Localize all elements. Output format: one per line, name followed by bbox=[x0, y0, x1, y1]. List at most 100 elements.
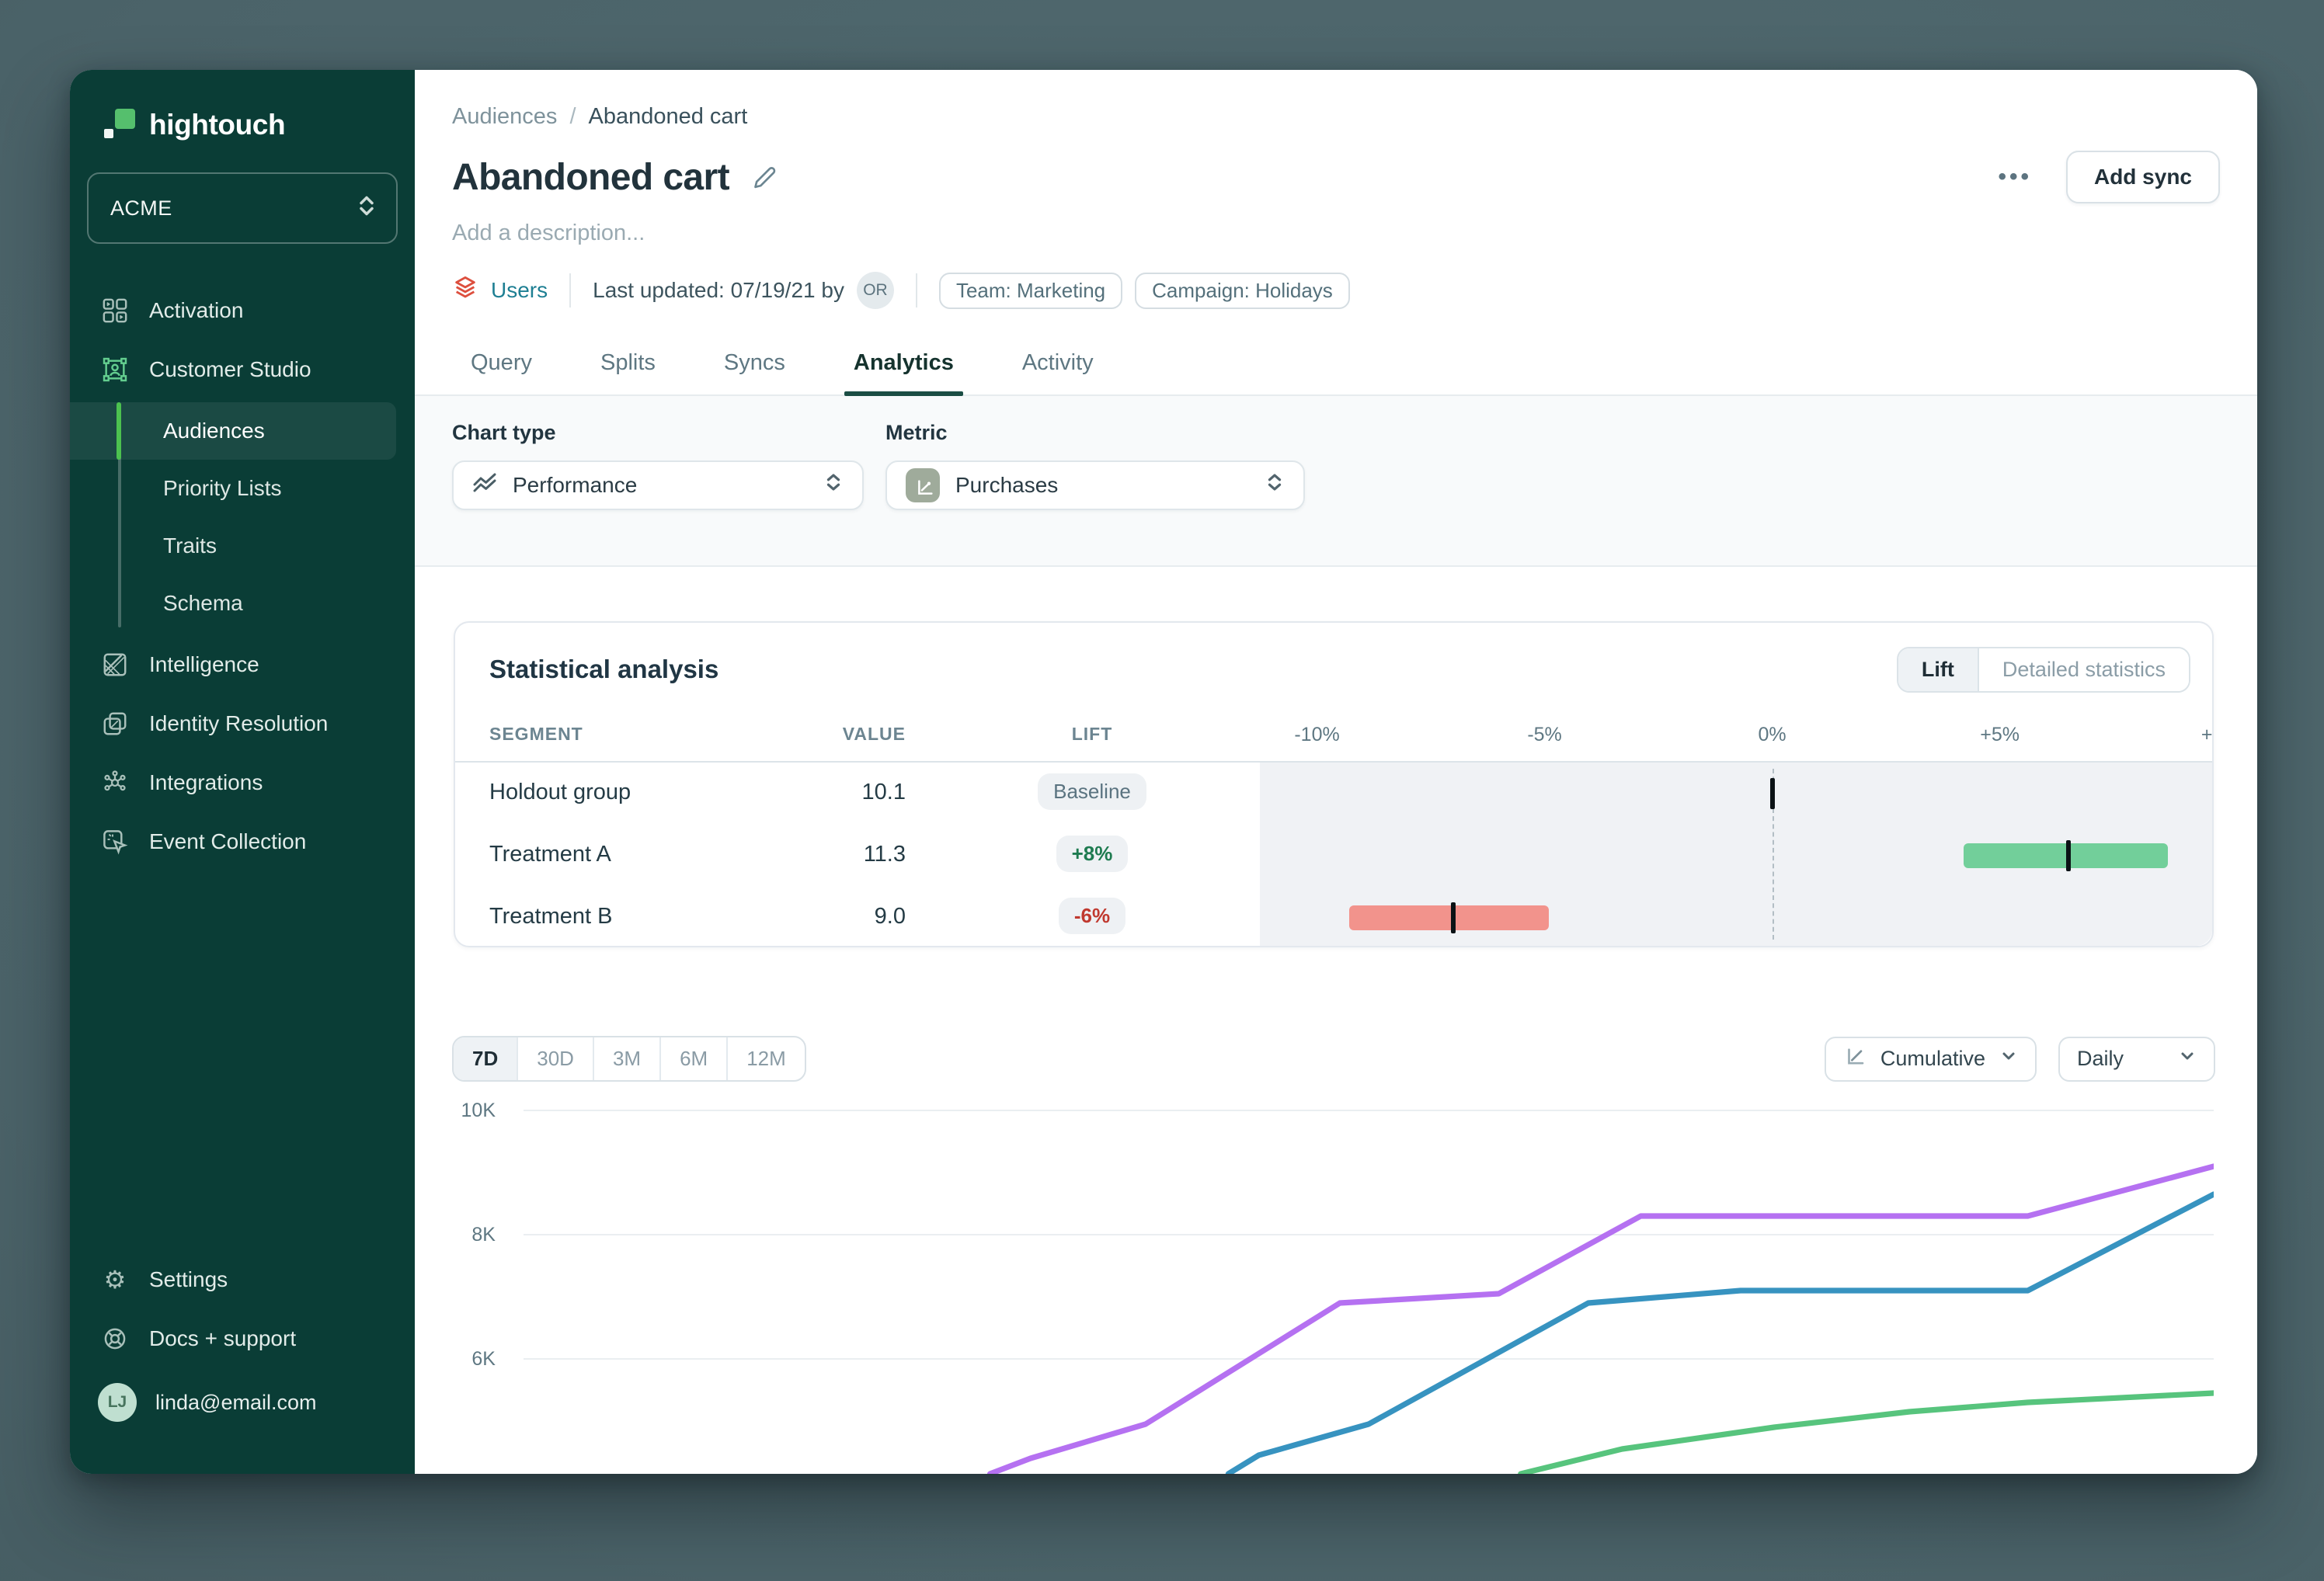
intelligence-icon bbox=[101, 651, 129, 679]
range-6m[interactable]: 6M bbox=[661, 1037, 729, 1080]
card-title: Statistical analysis bbox=[489, 655, 719, 683]
sidebar-item-customer-studio[interactable]: Customer Studio bbox=[70, 340, 415, 399]
tab-bar: Query Splits Syncs Analytics Activity bbox=[415, 331, 2257, 396]
page-title: Abandoned cart bbox=[452, 156, 730, 198]
divider bbox=[915, 273, 917, 308]
tab-query[interactable]: Query bbox=[471, 350, 532, 394]
chevron-updown-icon bbox=[356, 193, 377, 224]
toggle-lift[interactable]: Lift bbox=[1898, 648, 1979, 691]
segment-cell: Treatment B bbox=[489, 904, 613, 929]
lift-axis-label: +5% bbox=[1980, 724, 2020, 745]
activation-icon bbox=[101, 297, 129, 325]
sidebar-item-label: Schema bbox=[163, 591, 243, 615]
sidebar-item-schema[interactable]: Schema bbox=[70, 575, 415, 632]
sidebar-item-docs-support[interactable]: Docs + support bbox=[70, 1309, 415, 1368]
sidebar-item-label: Identity Resolution bbox=[149, 711, 329, 735]
range-7d[interactable]: 7D bbox=[454, 1037, 519, 1080]
range-12m[interactable]: 12M bbox=[728, 1037, 805, 1080]
avatar: LJ bbox=[98, 1383, 137, 1422]
y-axis-tick: 10K bbox=[461, 1100, 496, 1121]
user-menu[interactable]: LJ linda@email.com bbox=[70, 1368, 415, 1437]
add-sync-button[interactable]: Add sync bbox=[2065, 151, 2220, 203]
lift-detailed-toggle: Lift Detailed statistics bbox=[1896, 646, 2190, 693]
metric-select[interactable]: Purchases bbox=[885, 460, 1305, 510]
lift-axis-labels: -10% -5% 0% +5% + bbox=[1260, 710, 2212, 763]
sidebar-item-integrations[interactable]: Integrations bbox=[70, 753, 415, 812]
segment-cell: Treatment A bbox=[489, 842, 611, 867]
lift-badge: Baseline bbox=[1038, 773, 1146, 810]
sidebar-item-label: Docs + support bbox=[149, 1326, 297, 1350]
breadcrumb: Audiences / Abandoned cart bbox=[452, 104, 747, 130]
tab-activity[interactable]: Activity bbox=[1022, 350, 1094, 394]
sidebar-item-label: Priority Lists bbox=[163, 476, 282, 500]
hightouch-logo-icon bbox=[103, 109, 135, 141]
breadcrumb-separator: / bbox=[569, 104, 576, 129]
metric-label: Metric bbox=[885, 421, 948, 444]
chart-type-select[interactable]: Performance bbox=[452, 460, 864, 510]
toggle-detailed-statistics[interactable]: Detailed statistics bbox=[1978, 648, 2189, 691]
sidebar-item-intelligence[interactable]: Intelligence bbox=[70, 635, 415, 694]
aggregation-mode-value: Cumulative bbox=[1880, 1047, 1985, 1070]
sidebar-item-label: Integrations bbox=[149, 770, 263, 794]
segment-cell: Holdout group bbox=[489, 780, 631, 804]
sidebar-item-event-collection[interactable]: Event Collection bbox=[70, 812, 415, 871]
user-email: linda@email.com bbox=[155, 1390, 317, 1414]
range-30d[interactable]: 30D bbox=[518, 1037, 594, 1080]
sidebar: hightouch ACME Activation Customer Studi… bbox=[70, 70, 415, 1474]
tab-analytics[interactable]: Analytics bbox=[844, 350, 964, 395]
sidebar-item-traits[interactable]: Traits bbox=[70, 517, 415, 575]
divider bbox=[569, 273, 572, 308]
trend-controls: 7D 30D 3M 6M 12M Cumulative Daily bbox=[452, 1036, 2215, 1082]
series-blue bbox=[1225, 1191, 2214, 1474]
sidebar-item-activation[interactable]: Activation bbox=[70, 281, 415, 340]
tab-syncs[interactable]: Syncs bbox=[724, 350, 785, 394]
sidebar-item-label: Settings bbox=[149, 1267, 228, 1291]
parent-model-label: Users bbox=[491, 278, 548, 302]
last-updated-text: Last updated: 07/19/21 by bbox=[593, 278, 844, 302]
lift-badge: +8% bbox=[1056, 836, 1129, 872]
chevron-updown-icon bbox=[1265, 471, 1285, 500]
purchases-icon bbox=[906, 468, 940, 502]
lifebuoy-icon bbox=[101, 1325, 129, 1353]
date-range-segmented: 7D 30D 3M 6M 12M bbox=[452, 1036, 806, 1082]
sidebar-item-label: Traits bbox=[163, 533, 217, 558]
identity-resolution-icon bbox=[101, 710, 129, 738]
more-actions-button[interactable]: ••• bbox=[1998, 164, 2032, 190]
range-3m[interactable]: 3M bbox=[594, 1037, 662, 1080]
lift-badge: -6% bbox=[1058, 898, 1126, 934]
sidebar-item-label: Activation bbox=[149, 298, 244, 322]
value-cell: 11.3 bbox=[863, 842, 906, 867]
metric-value: Purchases bbox=[955, 473, 1059, 497]
description-placeholder[interactable]: Add a description... bbox=[452, 221, 645, 246]
y-axis-tick: 6K bbox=[471, 1348, 496, 1370]
chart-type-value: Performance bbox=[513, 473, 638, 497]
sidebar-item-label: Intelligence bbox=[149, 652, 259, 676]
value-cell: 10.1 bbox=[861, 780, 906, 804]
hightouch-logo: hightouch bbox=[103, 109, 415, 141]
main-content: Audiences / Abandoned cart Abandoned car… bbox=[415, 70, 2257, 1474]
workspace-name: ACME bbox=[110, 196, 172, 220]
sidebar-item-identity-resolution[interactable]: Identity Resolution bbox=[70, 694, 415, 753]
series-purple bbox=[986, 1163, 2214, 1474]
edit-title-icon[interactable] bbox=[751, 164, 778, 190]
interval-select[interactable]: Daily bbox=[2058, 1036, 2215, 1082]
parent-model-link[interactable]: Users bbox=[452, 275, 548, 307]
table-row: Treatment A 11.3 +8% bbox=[455, 825, 2212, 887]
column-header-lift: LIFT bbox=[1071, 724, 1113, 744]
y-axis-tick: 8K bbox=[471, 1224, 496, 1246]
breadcrumb-audiences-link[interactable]: Audiences bbox=[452, 104, 557, 130]
sidebar-item-settings[interactable]: ⚙ Settings bbox=[70, 1250, 415, 1309]
aggregation-mode-select[interactable]: Cumulative bbox=[1824, 1036, 2037, 1082]
tab-splits[interactable]: Splits bbox=[600, 350, 656, 394]
workspace-selector[interactable]: ACME bbox=[87, 172, 398, 244]
statistical-analysis-card: Statistical analysis Lift Detailed stati… bbox=[454, 621, 2214, 947]
series-green bbox=[1518, 1390, 2214, 1474]
chevron-updown-icon bbox=[823, 471, 844, 500]
sidebar-item-priority-lists[interactable]: Priority Lists bbox=[70, 460, 415, 517]
table-body: Holdout group 10.1 Baseline Treatment A … bbox=[455, 763, 2212, 946]
lift-axis-label: -5% bbox=[1527, 724, 1562, 745]
sidebar-item-audiences[interactable]: Audiences bbox=[70, 402, 396, 460]
updated-by-avatar: OR bbox=[856, 272, 894, 309]
layers-icon bbox=[452, 275, 478, 307]
sidebar-item-label: Customer Studio bbox=[149, 357, 311, 381]
